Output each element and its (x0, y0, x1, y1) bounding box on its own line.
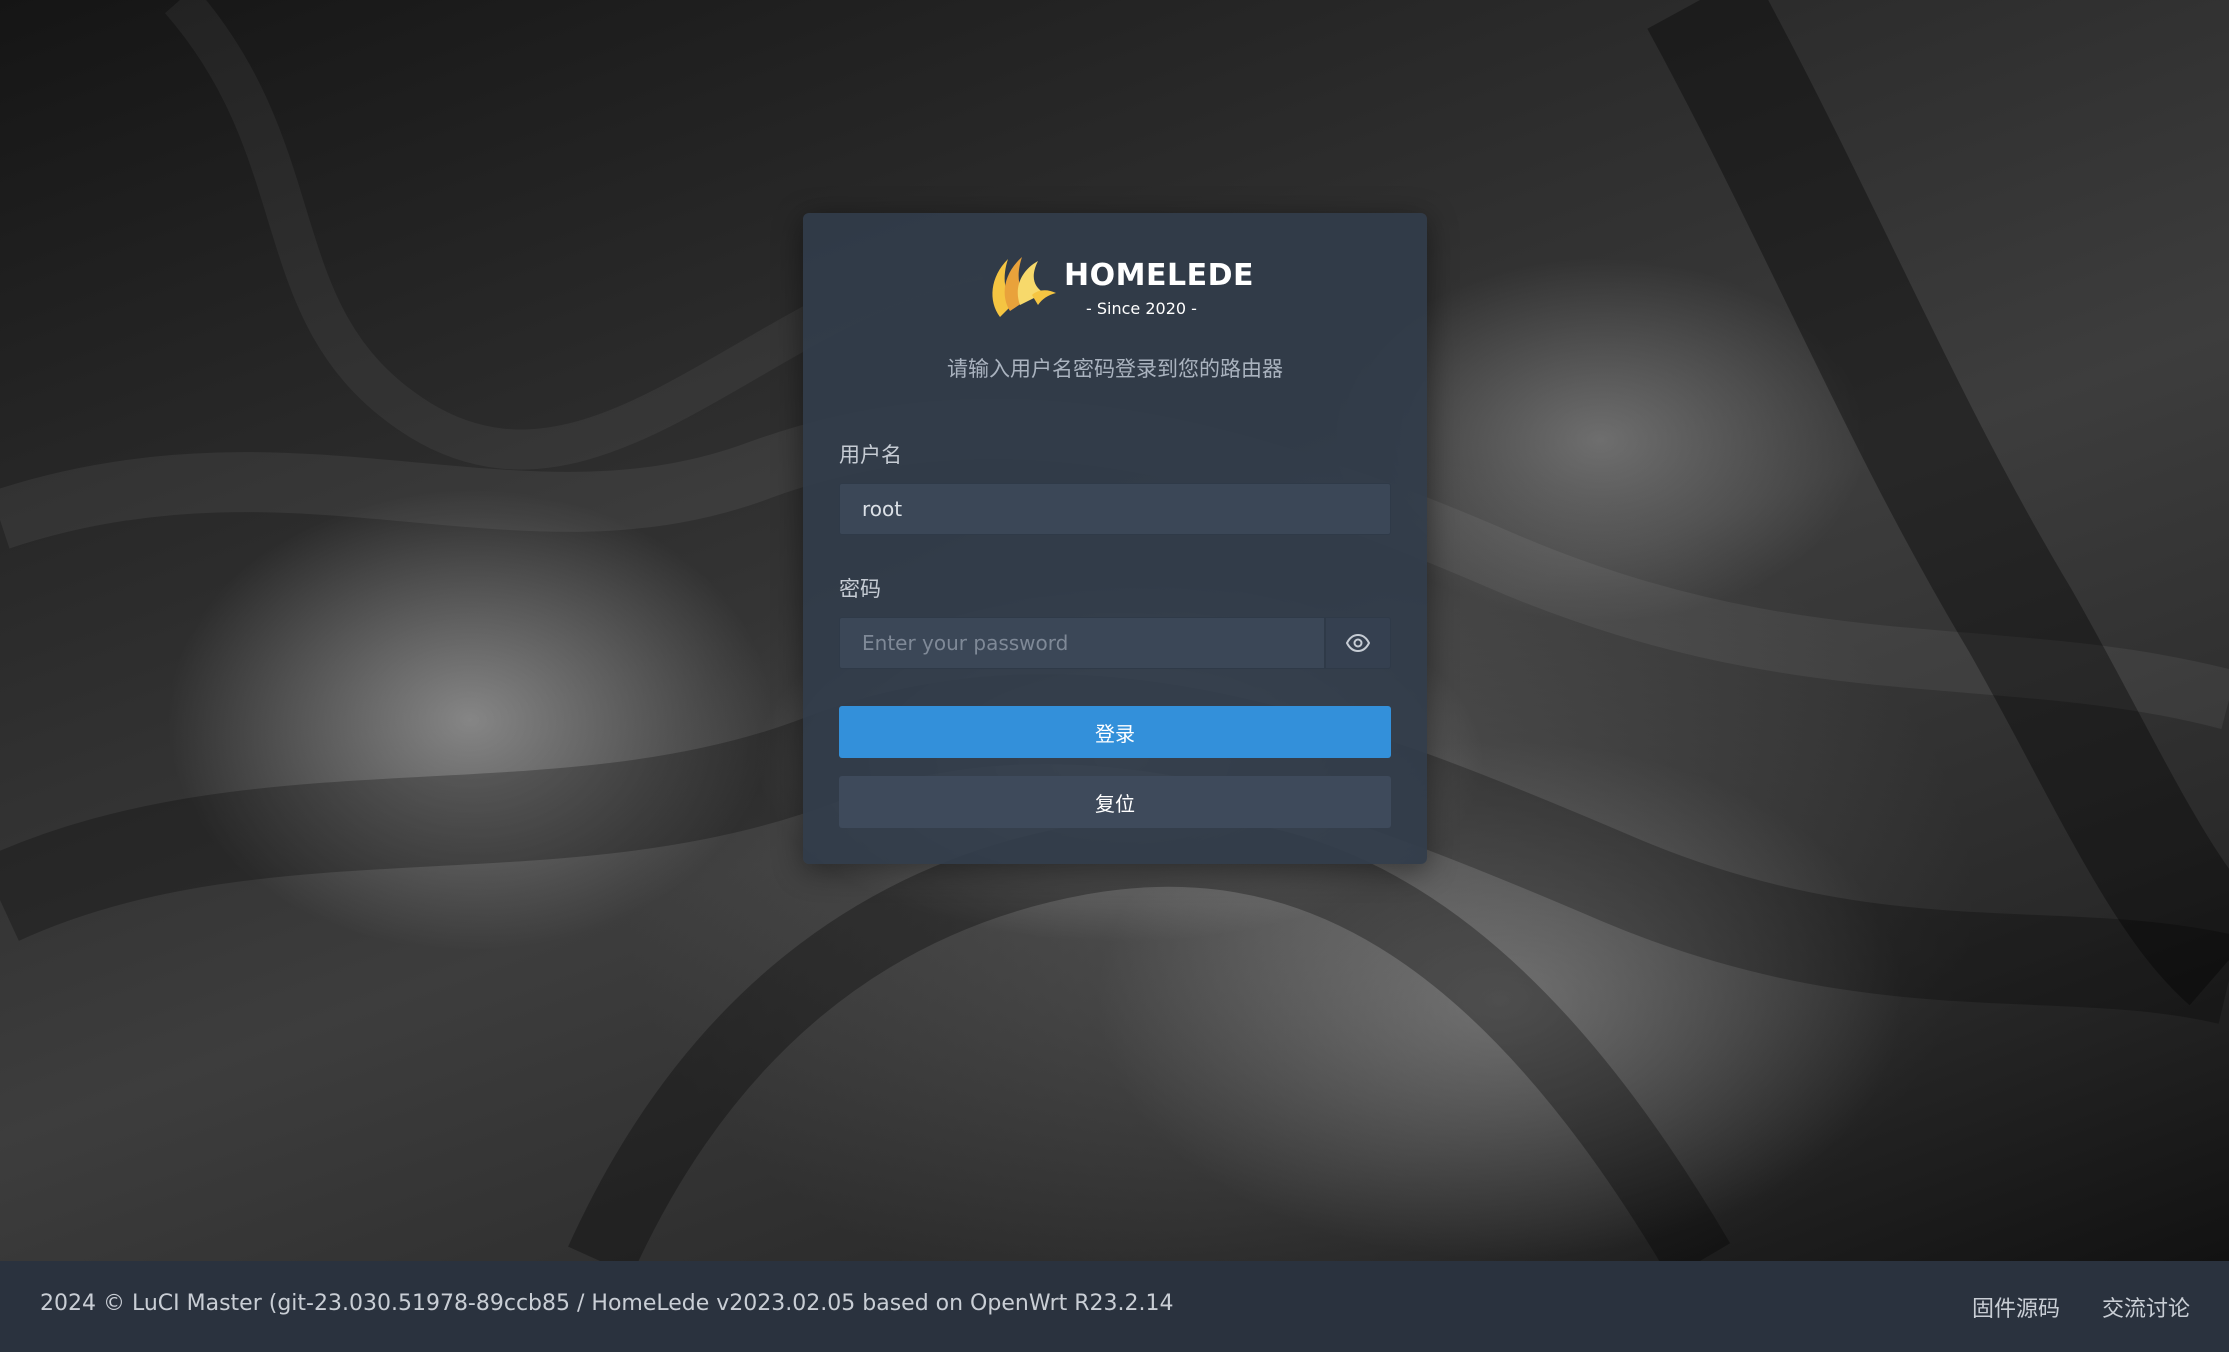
phoenix-icon (992, 257, 1056, 317)
login-card: HOMELEDE - Since 2020 - 请输入用户名密码登录到您的路由器… (803, 213, 1427, 864)
username-input[interactable] (839, 483, 1391, 535)
footer-link-discussion[interactable]: 交流讨论 (2102, 1291, 2190, 1323)
eye-icon (1346, 634, 1370, 652)
password-label: 密码 (839, 577, 881, 601)
footer-link-firmware-source[interactable]: 固件源码 (1972, 1291, 2060, 1323)
username-label: 用户名 (839, 443, 902, 467)
footer-copyright: 2024 © LuCI Master (git-23.030.51978-89c… (40, 1291, 1174, 1316)
footer: 2024 © LuCI Master (git-23.030.51978-89c… (0, 1261, 2229, 1352)
password-input[interactable] (839, 617, 1325, 669)
toggle-password-button[interactable] (1325, 617, 1391, 669)
brand-logo: HOMELEDE - Since 2020 - (980, 249, 1253, 321)
login-button[interactable]: 登录 (839, 706, 1391, 758)
brand-tagline: - Since 2020 - (1086, 299, 1197, 318)
login-prompt: 请输入用户名密码登录到您的路由器 (947, 357, 1283, 381)
reset-button[interactable]: 复位 (839, 776, 1391, 828)
brand-name: HOMELEDE (1064, 258, 1254, 293)
